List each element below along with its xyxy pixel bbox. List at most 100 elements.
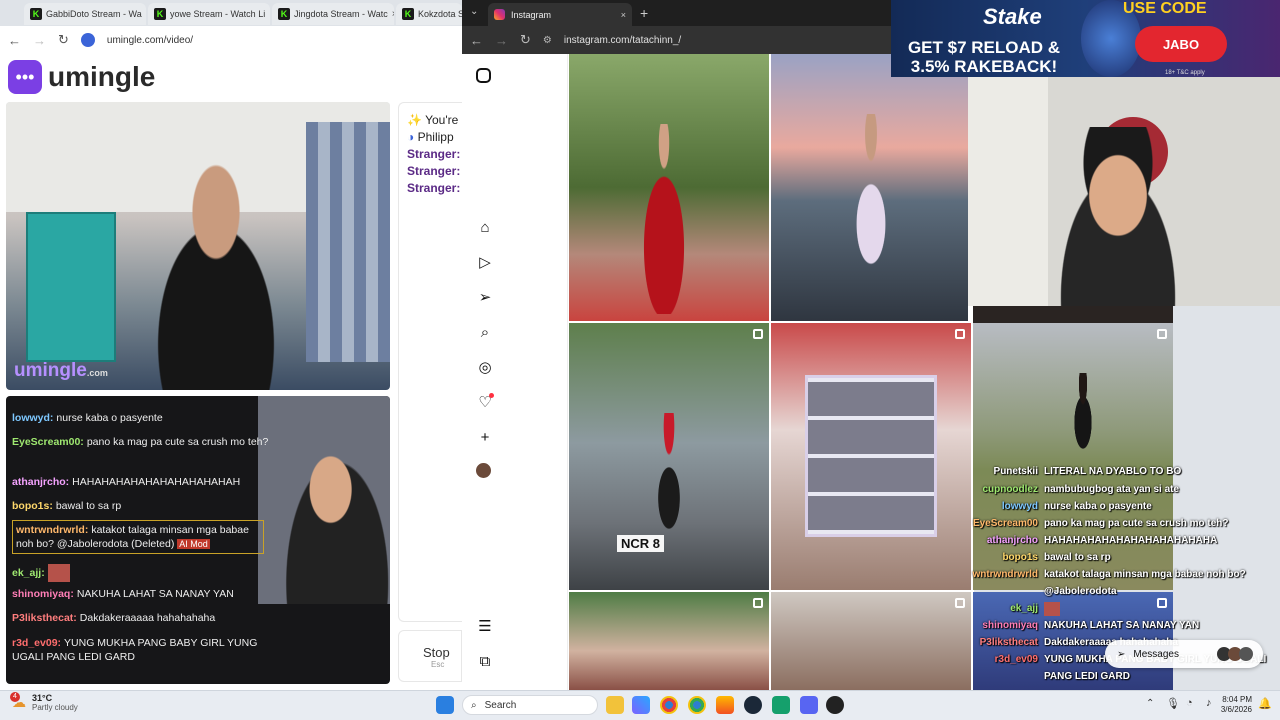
app-icon[interactable] <box>772 696 790 714</box>
messages-icon[interactable]: ➢ <box>476 288 494 306</box>
instagram-address-bar: ← → ↻ ⚙ instagram.com/tatachinn_/ <box>462 26 892 54</box>
tab-label: Instagram <box>511 9 552 20</box>
chrome-icon[interactable] <box>688 696 706 714</box>
alert-badge: 4 <box>10 692 20 702</box>
search-placeholder: Search <box>484 699 517 711</box>
overlay-chat-text: HAHAHAHAHAHAHAHAHAHAHAHA <box>1044 535 1218 546</box>
tab-kokzdota[interactable]: K Kokzdota Stre <box>396 3 462 25</box>
start-button-icon[interactable] <box>436 696 454 714</box>
highlighted-chat-line: wntrwndrwrld: katakot talaga minsan mga b… <box>12 520 264 554</box>
license-plate: NCR 8 <box>617 535 665 552</box>
overlay-chat-text: pano ka mag pa cute sa crush mo teh? <box>1044 518 1229 529</box>
copilot-icon[interactable] <box>632 696 650 714</box>
meta-apps-icon[interactable]: ⧉ <box>476 652 494 670</box>
stranger-message: Stranger: <box>407 181 461 195</box>
menu-icon[interactable]: ☰ <box>476 617 494 635</box>
explore-icon[interactable]: ◎ <box>476 358 494 376</box>
post-group[interactable] <box>569 592 769 690</box>
reload-icon[interactable]: ↻ <box>58 32 69 48</box>
close-icon[interactable]: × <box>392 9 394 20</box>
obs-icon[interactable] <box>826 696 844 714</box>
post-park[interactable] <box>973 323 1173 590</box>
chat-line: P3liksthecat: Dakdakeraaaaa hahahahaha <box>12 612 216 624</box>
back-icon[interactable]: ← <box>8 33 21 48</box>
url-field[interactable]: instagram.com/tatachinn_/ <box>564 35 681 46</box>
overlay-chat-user: ek_ajj <box>1010 603 1038 614</box>
volume-icon[interactable]: ♪ <box>1206 697 1212 709</box>
steam-icon[interactable] <box>744 696 762 714</box>
tab-jingdota[interactable]: K Jingdota Stream - Watc × <box>272 3 394 25</box>
reload-icon[interactable]: ↻ <box>520 32 531 48</box>
notifications-icon[interactable]: ♡ <box>476 393 494 411</box>
post-red-dress[interactable] <box>569 54 769 321</box>
url-field[interactable]: umingle.com/video/ <box>107 35 193 46</box>
reels-icon[interactable]: ▷ <box>476 253 494 271</box>
avatar-stack <box>1217 647 1253 661</box>
weather-temp: 31°C <box>32 693 53 703</box>
forward-icon[interactable]: → <box>495 33 508 48</box>
clock[interactable]: 8:04 PM 3/6/2026 <box>1220 695 1252 715</box>
app-icon[interactable] <box>716 696 734 714</box>
tab-instagram[interactable]: Instagram × <box>488 3 632 26</box>
tab-yowe[interactable]: Kyowe Stream - Watch Li× <box>148 3 270 25</box>
tray-overflow-icon[interactable]: ⌃ <box>1146 698 1154 709</box>
emote-image <box>1044 602 1060 616</box>
overlay-chat-text: PANG LEDI GARD <box>1044 671 1130 682</box>
tab-search-icon[interactable]: ⌄ <box>470 6 478 17</box>
person <box>629 124 699 314</box>
close-icon[interactable]: × <box>269 9 270 20</box>
overlay-chat-text: @Jabolerodota <box>1044 586 1117 597</box>
terms-text: 18+ T&C apply <box>1165 70 1205 76</box>
kick-icon: K <box>278 8 290 20</box>
umingle-watermark: umingle.com <box>14 360 108 381</box>
weather-widget[interactable]: ☁ 4 31°C Partly cloudy <box>10 692 78 712</box>
multi-post-icon <box>955 329 965 339</box>
stop-button[interactable]: Stop Esc <box>398 630 462 682</box>
post-photobooth[interactable] <box>771 323 971 590</box>
messages-button[interactable]: ➢ Messages <box>1105 640 1263 668</box>
avatar <box>1239 647 1253 661</box>
left-address-bar: ← → ↻ umingle.com/video/ <box>0 26 462 54</box>
kick-icon: K <box>154 8 166 20</box>
site-settings-icon[interactable]: ⚙ <box>543 35 552 46</box>
stranger-person <box>126 162 306 390</box>
streamer-person <box>1038 127 1198 306</box>
site-info-icon[interactable] <box>80 33 95 47</box>
overlay-chat-user: EyeScream00 <box>972 518 1038 529</box>
overlay-chat-user: cupnoodlez <box>982 484 1038 495</box>
post-car[interactable]: NCR 8 <box>569 323 769 590</box>
chat-line: ek_ajj: <box>12 564 70 582</box>
curtain <box>306 122 390 362</box>
tab-label: Kokzdota Stre <box>418 9 462 19</box>
chrome-icon[interactable] <box>660 696 678 714</box>
overlay-chat-text: katakot talaga minsan mga babae noh bo? <box>1044 569 1246 580</box>
mic-icon[interactable]: 🎙 <box>1166 697 1180 710</box>
post-sunset-beach[interactable] <box>771 54 968 321</box>
chat-line: athanjrcho: HAHAHAHAHAHAHAHAHAHAHAH <box>12 476 241 488</box>
post-portrait[interactable] <box>771 592 971 690</box>
home-icon[interactable]: ⌂ <box>476 218 494 236</box>
discord-icon[interactable] <box>800 696 818 714</box>
search-icon: ⌕ <box>471 699 477 711</box>
create-icon[interactable]: + <box>476 428 494 446</box>
notification-bell-icon[interactable]: 🔔 <box>1258 697 1272 710</box>
forward-icon[interactable]: → <box>33 33 46 48</box>
promo-code-button: JABO <box>1135 26 1227 62</box>
emote-image <box>47 564 70 582</box>
umingle-logo[interactable]: ••• umingle <box>8 60 155 94</box>
taskbar-search[interactable]: ⌕ Search <box>462 695 598 715</box>
wifi-icon[interactable]: ◔ <box>1186 697 1193 709</box>
close-icon[interactable]: × <box>621 10 626 20</box>
profile-avatar[interactable] <box>476 463 491 478</box>
instagram-logo-icon[interactable] <box>476 68 491 83</box>
file-explorer-icon[interactable] <box>606 696 624 714</box>
new-tab-icon[interactable]: + <box>640 5 648 21</box>
person <box>831 114 911 314</box>
back-icon[interactable]: ← <box>470 33 483 48</box>
stop-label: Stop <box>423 645 450 660</box>
tab-gabbidoto[interactable]: KGabbiDoto Stream - Wa× <box>24 3 146 25</box>
overlay-chat-text: LITERAL NA DYABLO TO BO <box>1044 466 1182 477</box>
overlay-chat-text: NAKUHA LAHAT SA NANAY YAN <box>1044 620 1200 631</box>
logo-text: umingle <box>48 61 156 92</box>
search-icon[interactable]: ⌕ <box>476 323 494 341</box>
